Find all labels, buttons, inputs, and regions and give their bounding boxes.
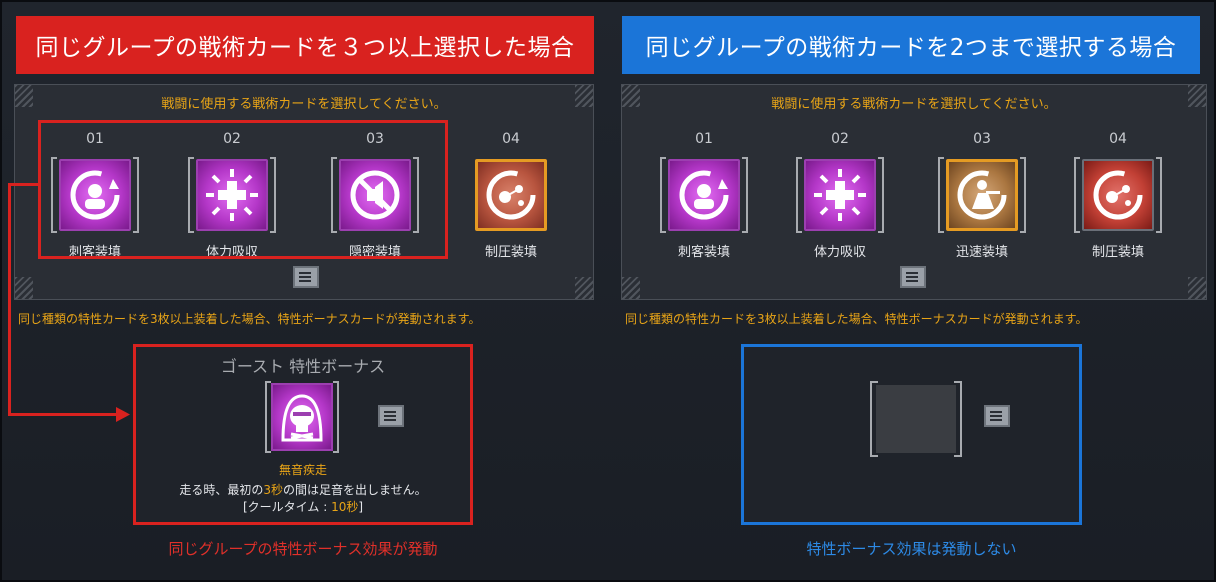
tactical-card-4[interactable]: 04 制圧装填 xyxy=(1070,131,1166,260)
bonus-name: 無音疾走 xyxy=(278,463,327,477)
bonus-card-box: ゴースト 特性ボーナス 無音疾走 走る時、最初の3秒の間は足音を出しません。 [… xyxy=(133,344,473,525)
panel-corner-decoration xyxy=(15,277,33,299)
panel-corner-decoration xyxy=(575,277,593,299)
bonus-rule-text: 同じ種類の特性カードを3枚以上装着した場合、特性ボーナスカードが発動されます。 xyxy=(625,312,1088,326)
card-label: 制圧装填 xyxy=(1091,245,1144,260)
card-number: 04 xyxy=(502,131,520,147)
assassin-reload-icon xyxy=(668,159,740,231)
arrow-connector xyxy=(8,413,120,416)
rapid-reload-icon xyxy=(946,159,1018,231)
document-icon[interactable] xyxy=(900,266,926,288)
right-card-panel: 戦闘に使用する戦術カードを選択してください。 01 刺客装填 02 体力吸収 0… xyxy=(621,84,1207,300)
tactical-card-2[interactable]: 02 体力吸収 xyxy=(792,131,888,260)
card-label: 迅速装填 xyxy=(955,245,1008,260)
right-header: 同じグループの戦術カードを2つまで選択する場合 xyxy=(622,16,1200,74)
card-number: 01 xyxy=(695,131,713,147)
suppress-reload-icon xyxy=(475,159,547,231)
card-number: 02 xyxy=(831,131,849,147)
card-label: 体力吸収 xyxy=(813,245,866,260)
arrow-connector xyxy=(8,183,11,415)
suppress-reload-icon xyxy=(1082,159,1154,231)
card-label: 制圧装填 xyxy=(484,245,537,260)
panel-title: 戦闘に使用する戦術カードを選択してください。 xyxy=(161,97,447,112)
bonus-description: 走る時、最初の3秒の間は足音を出しません。 xyxy=(179,483,427,497)
panel-title: 戦闘に使用する戦術カードを選択してください。 xyxy=(771,97,1057,112)
document-icon[interactable] xyxy=(378,405,404,427)
card-number: 04 xyxy=(1109,131,1127,147)
bonus-title: ゴースト 特性ボーナス xyxy=(220,357,386,376)
ghost-skull-icon xyxy=(271,383,333,451)
panel-corner-decoration xyxy=(1188,277,1206,299)
left-header: 同じグループの戦術カードを３つ以上選択した場合 xyxy=(16,16,594,74)
arrow-connector xyxy=(8,183,39,186)
card-number: 03 xyxy=(973,131,991,147)
tactical-card-4[interactable]: 04 制圧装填 xyxy=(463,131,559,260)
document-icon[interactable] xyxy=(293,266,319,288)
result-caption: 同じグループの特性ボーナス効果が発動 xyxy=(168,540,438,558)
panel-corner-decoration xyxy=(622,277,640,299)
bonus-cooldown: [クールタイム : 10秒] xyxy=(242,500,364,514)
bonus-card-box xyxy=(741,344,1082,525)
result-caption: 特性ボーナス効果は発動しない xyxy=(806,540,1017,558)
arrow-head-icon xyxy=(116,407,130,422)
empty-bonus-slot xyxy=(870,381,962,457)
tactical-card-3[interactable]: 03 迅速装填 xyxy=(934,131,1030,260)
health-absorb-icon xyxy=(804,159,876,231)
selection-highlight xyxy=(38,120,448,259)
document-icon[interactable] xyxy=(984,405,1010,427)
tactical-card-1[interactable]: 01 刺客装填 xyxy=(656,131,752,260)
bonus-rule-text: 同じ種類の特性カードを3枚以上装着した場合、特性ボーナスカードが発動されます。 xyxy=(18,312,481,326)
card-label: 刺客装填 xyxy=(677,245,730,260)
bonus-card[interactable] xyxy=(265,381,339,453)
